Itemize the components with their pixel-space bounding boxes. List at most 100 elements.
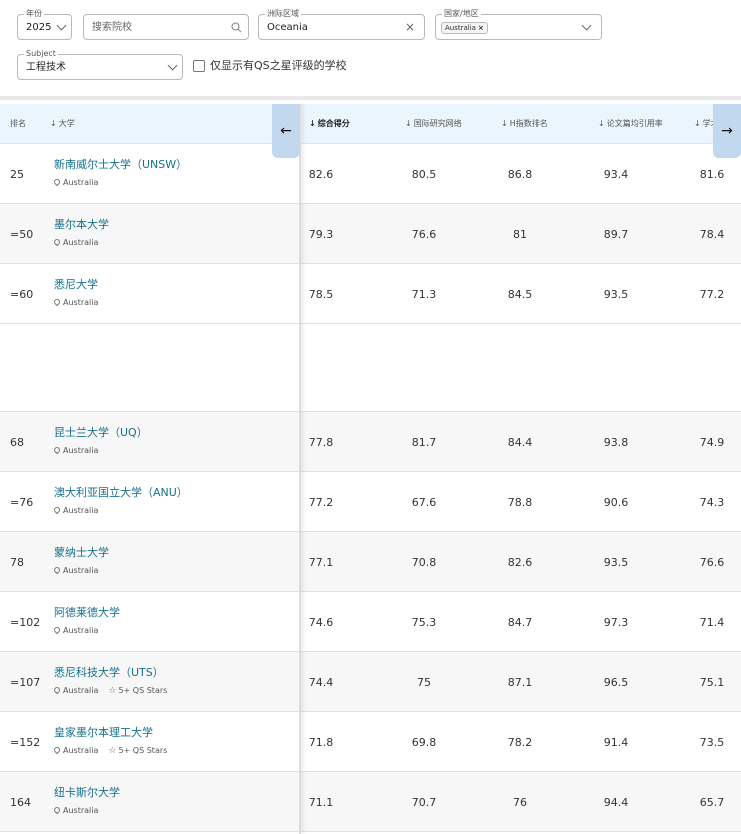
university-link[interactable]: 墨尔本大学 [54,218,109,232]
header-rank[interactable]: 排名 [10,118,26,129]
table-row: 25 新南威尔士大学（UNSW） Australia 82.6 80.5 86.8 93.4… [0,144,741,204]
stars-only-checkbox[interactable] [193,60,205,72]
table-spacer [0,324,741,412]
location-text: Australia [63,746,99,755]
score-academic: 74.9 [699,436,725,449]
university-link[interactable]: 澳大利亚国立大学（ANU） [54,486,188,500]
table-row: 68 昆士兰大学（UQ） Australia 77.8 81.7 84.4 93.8 74.9 [0,412,741,472]
table-row: =102 阿德莱德大学 Australia 74.6 75.3 84.7 97.3 71.4 [0,592,741,652]
university-link[interactable]: 皇家墨尔本理工大学 [54,726,153,740]
university-link[interactable]: 昆士兰大学（UQ） [54,426,148,440]
score-irn: 67.6 [411,496,437,509]
score-hindex: 78.8 [507,496,533,509]
university-link[interactable]: 蒙纳士大学 [54,546,109,560]
rank-value: 68 [10,436,24,449]
header-overall[interactable]: ↓ 综合得分 [309,118,350,129]
rankings-table: 排名 ↓ 大学 ↓ 综合得分 ↓ 国际研究网络 ↓ H指数排名 ↓ 论文篇均引用率 ↓ 学术… [0,96,741,834]
header-citations[interactable]: ↓ 论文篇均引用率 [598,118,663,129]
rank-value: =50 [10,228,34,241]
university-link[interactable]: 悉尼科技大学（UTS） [54,666,164,680]
location: Australia [52,177,99,188]
location-text: Australia [63,178,99,187]
location-text: Australia [63,566,99,575]
country-chip[interactable]: Australia × [441,22,488,34]
score-overall: 77.2 [308,496,334,509]
subject-select[interactable]: Subject 工程技术 [17,48,183,80]
score-irn: 76.6 [411,228,437,241]
location: Australia [52,625,99,636]
score-citations: 97.3 [603,616,629,629]
year-legend: 年份 [24,8,44,19]
chip-remove-icon[interactable]: × [478,24,484,32]
qs-stars-badge: ☆ 5+ QS Stars [108,686,167,696]
location: Australia [52,565,99,576]
rank-value: 25 [10,168,24,181]
score-academic: 77.2 [699,288,725,301]
location-pin-icon [52,177,62,187]
location-pin-icon [52,297,62,307]
region-select[interactable]: 洲际区域 Oceania × [258,8,425,40]
table-header: 排名 ↓ 大学 ↓ 综合得分 ↓ 国际研究网络 ↓ H指数排名 ↓ 论文篇均引用率 ↓ 学术 [0,104,741,144]
score-academic: 74.3 [699,496,725,509]
country-select[interactable]: 国家/地区 Australia × [435,8,602,40]
score-overall: 77.8 [308,436,334,449]
location-text: Australia [63,298,99,307]
star-icon: ☆ [108,746,117,756]
stars-only-label[interactable]: 仅显示有QS之星评级的学校 [210,58,347,74]
header-university[interactable]: ↓ 大学 [50,118,75,129]
table-row: 164 纽卡斯尔大学 Australia 71.1 70.7 76 94.4 65.7 [0,772,741,832]
scroll-left-button[interactable]: ← [272,104,300,158]
score-overall: 78.5 [308,288,334,301]
search-input[interactable]: 搜索院校 [83,14,249,40]
score-hindex: 87.1 [507,676,533,689]
location-pin-icon [52,445,62,455]
university-link[interactable]: 悉尼大学 [54,278,98,292]
subject-value: 工程技术 [26,62,66,73]
score-overall: 71.1 [308,796,334,809]
header-hindex[interactable]: ↓ H指数排名 [501,118,548,129]
score-irn: 69.8 [411,736,437,749]
sort-arrow-icon: ↓ [598,119,605,128]
score-academic: 76.6 [699,556,725,569]
location: Australia [52,237,99,248]
score-academic: 75.1 [699,676,725,689]
score-irn: 70.7 [411,796,437,809]
score-citations: 96.5 [603,676,629,689]
university-link[interactable]: 纽卡斯尔大学 [54,786,120,800]
table-row: 78 蒙纳士大学 Australia 77.1 70.8 82.6 93.5 76.6 [0,532,741,592]
university-link[interactable]: 阿德莱德大学 [54,606,120,620]
location-pin-icon [52,805,62,815]
score-citations: 90.6 [603,496,629,509]
location-pin-icon [52,505,62,515]
score-hindex: 84.7 [507,616,533,629]
clear-icon[interactable]: × [405,20,415,34]
rank-value: =152 [10,736,41,749]
chevron-down-icon [581,20,592,31]
location: Australia [52,445,98,456]
location-pin-icon [52,565,62,575]
location-pin-icon [52,625,62,635]
header-irn[interactable]: ↓ 国际研究网络 [405,118,462,129]
scroll-right-button[interactable]: → [713,104,741,158]
search-icon [231,22,242,33]
region-value: Oceania [267,22,308,33]
score-academic: 73.5 [699,736,725,749]
location-text: Australia [63,626,99,635]
score-irn: 71.3 [411,288,437,301]
arrow-right-icon: → [721,123,733,139]
score-hindex: 84.5 [507,288,533,301]
score-hindex: 76 [513,796,527,809]
sort-arrow-icon: ↓ [309,119,316,128]
location-text: Australia [63,686,99,695]
year-select[interactable]: 年份 2025 [17,8,72,40]
location: Australia [52,297,99,308]
score-academic: 78.4 [699,228,725,241]
rank-value: =102 [10,616,41,629]
country-chip-label: Australia [445,24,476,32]
location: Australia [52,505,98,516]
rank-value: 78 [10,556,24,569]
university-link[interactable]: 新南威尔士大学（UNSW） [54,158,187,172]
location-text: Australia [63,238,99,247]
score-irn: 81.7 [411,436,437,449]
score-citations: 94.4 [603,796,629,809]
